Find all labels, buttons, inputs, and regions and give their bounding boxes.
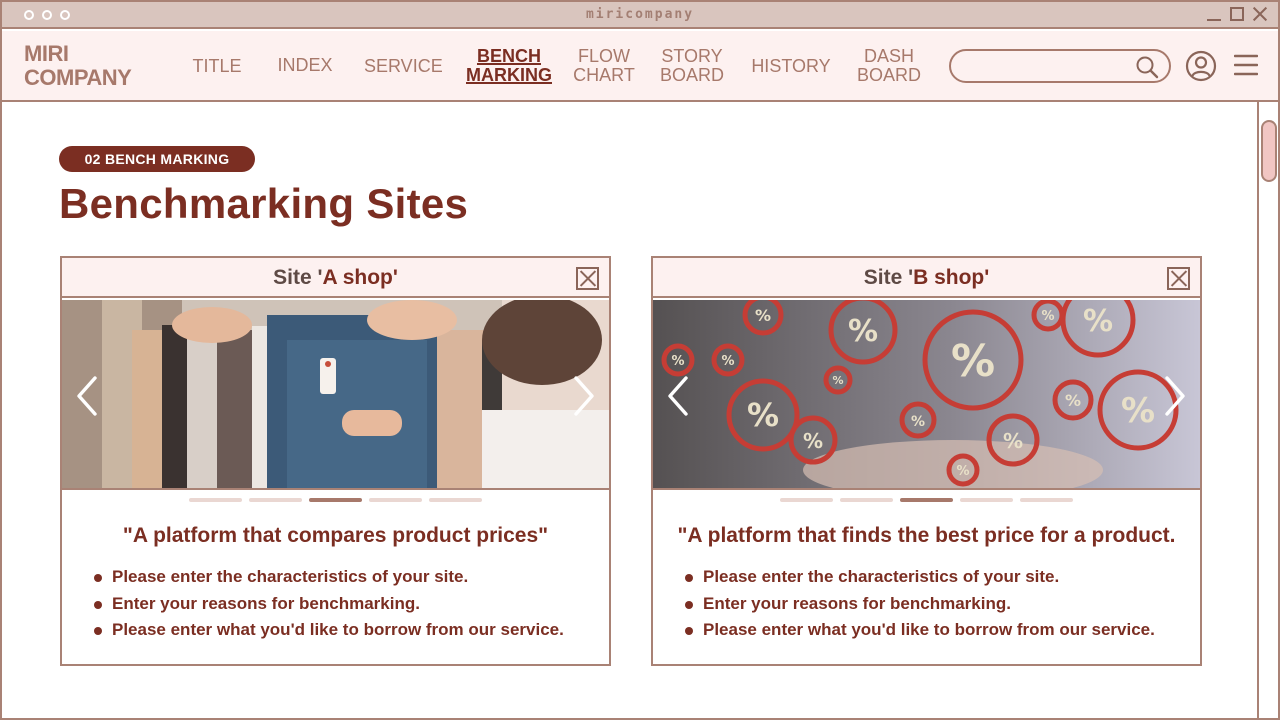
carousel-dot[interactable] [780,498,833,502]
list-item: Please enter the characteristics of your… [92,564,564,591]
logo-line: MIRI [24,41,69,66]
carousel-dot[interactable] [960,498,1013,502]
card-bullet-list: Please enter the characteristics of your… [92,564,564,644]
list-item: Enter your reasons for benchmarking. [92,591,564,618]
nav-item-label: CHART [573,65,635,85]
carousel-prev-icon[interactable] [76,376,98,416]
nav-item-label: TITLE [192,56,242,76]
card-close-icon[interactable] [576,267,599,290]
card-bullet-list: Please enter the characteristics of your… [683,564,1155,644]
logo-line: COMPANY [24,65,132,90]
search-input[interactable] [965,56,1135,76]
card-shop-name: A shop [322,266,393,289]
nav-item-storyboard[interactable]: STORY BOARD [657,47,727,85]
carousel-prev-icon[interactable] [667,376,689,416]
carousel-dot-active[interactable] [309,498,362,502]
carousel-dot[interactable] [429,498,482,502]
svg-text:%: % [747,396,779,434]
carousel-indicators [653,498,1200,502]
page-title: Benchmarking Sites [59,180,469,227]
nav-item-label: FLOW [578,46,630,66]
window-controls [1206,6,1268,22]
nav-item-flowchart[interactable]: FLOW CHART [569,47,639,85]
nav-item-service[interactable]: SERVICE [364,56,443,76]
svg-text:%: % [755,306,771,325]
carousel-next-icon[interactable] [573,376,595,416]
card-close-icon[interactable] [1167,267,1190,290]
list-item: Please enter what you'd like to borrow f… [92,617,564,644]
card-shop-name: B shop [913,266,985,289]
window-title: miricompany [585,7,695,22]
carousel-dot-active[interactable] [900,498,953,502]
svg-text:%: % [956,464,969,479]
svg-text:%: % [1083,304,1113,339]
card-quote: "A platform that finds the best price fo… [677,524,1176,547]
carousel-indicators [62,498,609,502]
nav-item-label: HISTORY [751,56,831,76]
nav-item-label: BOARD [659,65,724,85]
svg-text:%: % [832,374,843,387]
section-badge: 02 BENCH MARKING [59,146,255,172]
top-navigation: MIRI COMPANY TITLE INDEX SERVICE BENCH M… [2,31,1278,102]
carousel-dot[interactable] [1020,498,1073,502]
nav-item-label: SERVICE [364,56,443,76]
search-box [949,49,1171,83]
menu-icon[interactable] [1234,54,1258,76]
site-card-b: Site 'B shop' % % % % % % % % % % % % % … [651,256,1202,666]
svg-text:%: % [721,354,734,369]
card-header: Site 'A shop' [62,258,609,298]
svg-text:%: % [951,336,995,387]
card-title-suffix: ' [984,266,990,289]
maximize-icon[interactable] [1230,7,1244,21]
scrollbar-track[interactable] [1257,102,1259,720]
carousel-dot[interactable] [840,498,893,502]
nav-item-label: BENCH [476,46,541,66]
svg-text:%: % [848,314,878,349]
card-title-prefix: Site ' [273,266,323,289]
nav-item-dashboard[interactable]: DASH BOARD [854,47,924,85]
carousel-next-icon[interactable] [1164,376,1186,416]
svg-text:%: % [803,429,823,453]
site-card-a: Site 'A shop' "A platform that compares … [60,256,611,666]
nav-item-label: STORY [661,46,723,66]
svg-text:%: % [671,354,684,369]
nav-item-index[interactable]: INDEX [276,56,334,75]
clothing-rack-photo [62,300,609,490]
percent-bubbles-photo: % % % % % % % % % % % % % % % [653,300,1200,490]
list-item: Please enter the characteristics of your… [683,564,1155,591]
svg-text:%: % [1121,391,1155,431]
carousel-dot[interactable] [189,498,242,502]
carousel-dot[interactable] [249,498,302,502]
card-title-prefix: Site ' [863,266,914,289]
nav-item-label: MARKING [466,65,552,85]
scrollbar-thumb[interactable] [1261,120,1277,182]
card-quote: "A platform that compares product prices… [122,524,549,547]
minimize-icon[interactable] [1206,6,1222,22]
svg-text:%: % [1065,391,1081,410]
list-item: Enter your reasons for benchmarking. [683,591,1155,618]
nav-item-title[interactable]: TITLE [192,57,242,76]
svg-text:%: % [1041,309,1054,324]
svg-text:%: % [911,414,925,430]
nav-item-label: INDEX [277,55,333,75]
close-icon[interactable] [1252,6,1268,22]
nav-item-label: BOARD [856,65,921,85]
carousel-dot[interactable] [369,498,422,502]
list-item: Please enter what you'd like to borrow f… [683,617,1155,644]
company-logo[interactable]: MIRI COMPANY [24,41,132,90]
nav-item-benchmarking[interactable]: BENCH MARKING [463,47,555,85]
app-window: miricompany MIRI COMPANY TITLE INDEX SER… [0,0,1280,720]
card-title-suffix: ' [392,266,398,289]
user-icon[interactable] [1185,50,1217,82]
title-bar: miricompany [2,2,1278,29]
hero-image: % % % % % % % % % % % % % % % [653,300,1200,488]
search-icon[interactable] [1135,55,1159,79]
card-header: Site 'B shop' [653,258,1200,298]
nav-item-label: DASH [863,46,914,66]
hero-image [62,300,609,488]
svg-text:%: % [1003,429,1023,453]
nav-item-history[interactable]: HISTORY [749,57,833,76]
